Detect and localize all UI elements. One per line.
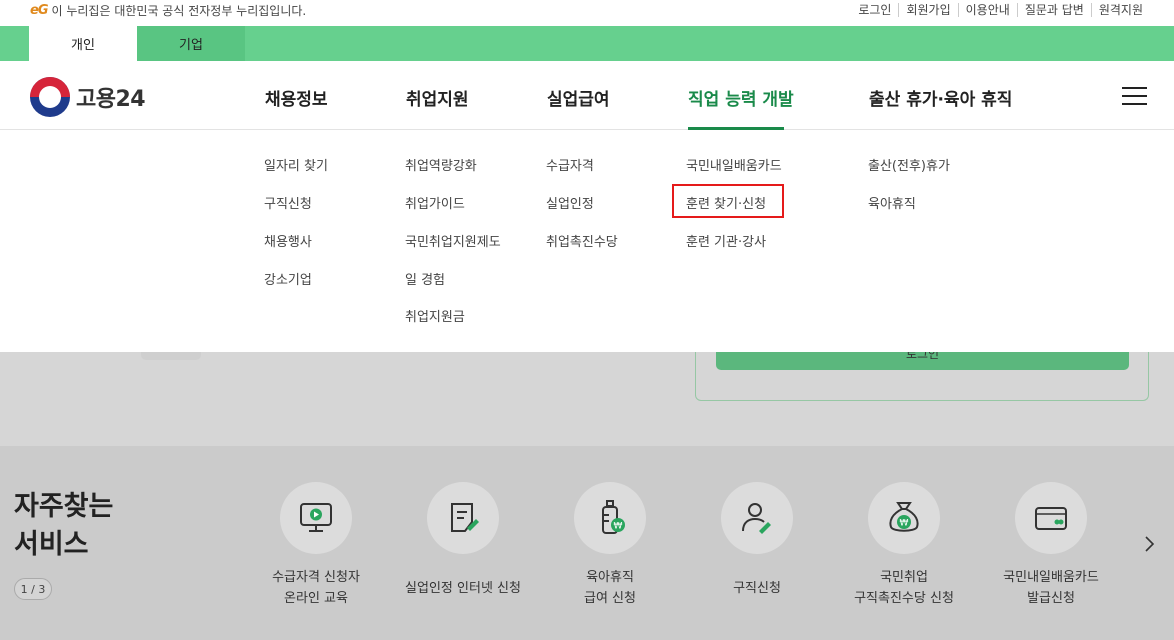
submenu-item[interactable]: 구직신청 xyxy=(264,193,312,212)
utility-links: 로그인 회원가입 이용안내 질문과 답변 원격지원 xyxy=(851,3,1150,17)
favorites-title: 자주찾는 서비스 xyxy=(14,491,114,560)
submenu-item[interactable]: 실업인정 xyxy=(546,193,594,212)
submenu-item[interactable]: 국민내일배움카드 xyxy=(686,155,782,174)
chevron-right-icon[interactable] xyxy=(1139,534,1159,554)
nav-jobs[interactable]: 채용정보 xyxy=(265,85,328,110)
submenu-item[interactable]: 훈련 기관·강사 xyxy=(686,231,766,250)
favorite-item[interactable]: 구직신청 xyxy=(677,482,837,609)
submenu-item[interactable]: 취업가이드 xyxy=(405,193,465,212)
login-link[interactable]: 로그인 xyxy=(851,3,898,17)
submenu-item[interactable]: 취업촉진수당 xyxy=(546,231,618,250)
gov-notice-text: 이 누리집은 대한민국 공식 전자정부 누리집입니다. xyxy=(51,4,307,18)
qna-link[interactable]: 질문과 답변 xyxy=(1016,3,1091,17)
gov-notice: eG 이 누리집은 대한민국 공식 전자정부 누리집입니다. xyxy=(30,2,306,19)
submenu-item[interactable]: 국민취업지원제도 xyxy=(405,231,501,250)
favorite-item[interactable]: 국민내일배움카드 발급신청 xyxy=(971,482,1131,609)
tab-personal[interactable]: 개인 xyxy=(29,26,137,61)
remote-support-link[interactable]: 원격지원 xyxy=(1090,3,1150,17)
favorite-item[interactable]: 실업인정 인터넷 신청 xyxy=(383,482,543,609)
card-icon xyxy=(1015,482,1087,554)
favorite-item[interactable]: ₩ 육아휴직 급여 신청 xyxy=(530,482,690,609)
user-type-tabs: 개인 기업 xyxy=(0,26,1174,61)
submenu-item[interactable]: 채용행사 xyxy=(264,231,312,250)
svg-text:₩: ₩ xyxy=(900,519,909,529)
favorite-item[interactable]: ₩ 국민취업 구직촉진수당 신청 xyxy=(824,482,984,609)
money-bag-won-icon: ₩ xyxy=(868,482,940,554)
nav-skills-development[interactable]: 직업 능력 개발 xyxy=(688,85,794,110)
taegeuk-icon xyxy=(30,77,70,117)
submenu-item[interactable]: 수급자격 xyxy=(546,155,594,174)
submenu-item[interactable]: 일 경험 xyxy=(405,269,445,288)
svg-text:₩: ₩ xyxy=(614,522,623,532)
egov-logo: eG xyxy=(30,3,48,18)
nav-maternity-parental[interactable]: 출산 휴가·육아 휴직 xyxy=(869,85,1012,110)
nav-unemployment-benefits[interactable]: 실업급여 xyxy=(547,85,610,110)
site-logo[interactable]: 고용24 xyxy=(30,77,146,117)
utility-bar: eG 이 누리집은 대한민국 공식 전자정부 누리집입니다. 로그인 회원가입 … xyxy=(0,0,1174,26)
document-pen-icon xyxy=(427,482,499,554)
login-button[interactable]: 로그인 xyxy=(716,352,1129,370)
submenu-item[interactable]: 강소기업 xyxy=(264,269,312,288)
signup-link[interactable]: 회원가입 xyxy=(898,3,957,17)
highlight-box xyxy=(672,184,784,218)
guide-link[interactable]: 이용안내 xyxy=(957,3,1017,17)
favorites-pager: 1 / 3 xyxy=(14,578,52,600)
baby-bottle-won-icon: ₩ xyxy=(574,482,646,554)
main-nav: 고용24 채용정보 취업지원 실업급여 직업 능력 개발 출산 휴가·육아 휴직 xyxy=(0,61,1174,130)
tab-business[interactable]: 기업 xyxy=(137,26,245,61)
nav-employment-support[interactable]: 취업지원 xyxy=(406,85,469,110)
hamburger-menu-icon[interactable] xyxy=(1122,87,1147,105)
logo-text: 고용24 xyxy=(76,87,146,112)
submenu-item[interactable]: 취업역량강화 xyxy=(405,155,477,174)
partial-button[interactable] xyxy=(141,352,201,360)
favorite-item[interactable]: 수급자격 신청자 온라인 교육 xyxy=(236,482,396,609)
submenu-item[interactable]: 취업지원금 xyxy=(405,306,465,325)
submenu-item[interactable]: 출산(전후)휴가 xyxy=(868,155,950,174)
person-pen-icon xyxy=(721,482,793,554)
monitor-play-icon xyxy=(280,482,352,554)
submenu-item[interactable]: 일자리 찾기 xyxy=(264,155,328,174)
submenu-item[interactable]: 육아휴직 xyxy=(868,193,916,212)
